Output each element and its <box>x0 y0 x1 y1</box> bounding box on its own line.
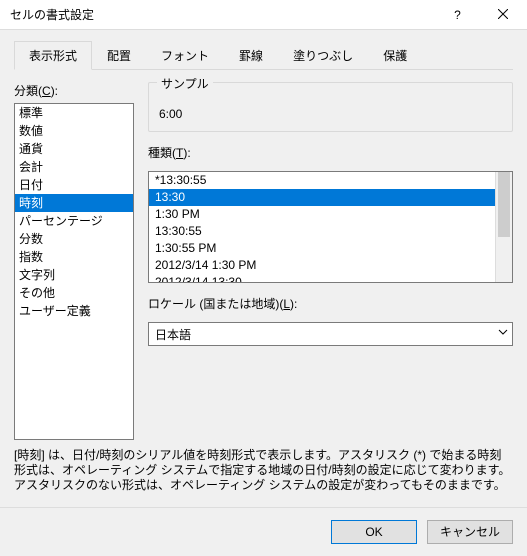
category-listbox[interactable]: 標準数値通貨会計日付時刻パーセンテージ分数指数文字列その他ユーザー定義 <box>14 103 134 440</box>
close-icon <box>498 9 508 19</box>
chevron-down-icon <box>498 327 508 340</box>
tab-1[interactable]: 配置 <box>92 41 146 70</box>
category-item[interactable]: その他 <box>15 284 133 302</box>
tab-3[interactable]: 罫線 <box>224 41 278 70</box>
tab-4[interactable]: 塗りつぶし <box>278 41 368 70</box>
locale-value: 日本語 <box>155 326 191 343</box>
category-item[interactable]: ユーザー定義 <box>15 302 133 320</box>
type-label: 種類(T): <box>148 144 513 161</box>
type-listbox[interactable]: *13:30:5513:301:30 PM13:30:551:30:55 PM2… <box>148 171 513 283</box>
description-text: [時刻] は、日付/時刻のシリアル値を時刻形式で表示します。アスタリスク (*)… <box>14 448 513 493</box>
category-item[interactable]: 会計 <box>15 158 133 176</box>
category-item[interactable]: 指数 <box>15 248 133 266</box>
category-item[interactable]: 標準 <box>15 104 133 122</box>
tab-2[interactable]: フォント <box>146 41 224 70</box>
tab-5[interactable]: 保護 <box>368 41 422 70</box>
type-item[interactable]: 13:30:55 <box>149 223 512 240</box>
category-item[interactable]: 通貨 <box>15 140 133 158</box>
sample-label: サンプル <box>157 75 213 92</box>
dialog-content: 表示形式配置フォント罫線塗りつぶし保護 分類(C): 標準数値通貨会計日付時刻パ… <box>0 30 527 507</box>
tab-0[interactable]: 表示形式 <box>14 41 92 70</box>
category-item[interactable]: 分数 <box>15 230 133 248</box>
ok-button[interactable]: OK <box>331 520 417 544</box>
type-item[interactable]: *13:30:55 <box>149 172 512 189</box>
category-label: 分類(C): <box>14 82 134 99</box>
help-button[interactable]: ? <box>435 1 480 29</box>
category-item[interactable]: 日付 <box>15 176 133 194</box>
tab-bar: 表示形式配置フォント罫線塗りつぶし保護 <box>14 40 513 70</box>
sample-value: 6:00 <box>159 107 502 121</box>
locale-select[interactable]: 日本語 <box>148 322 513 346</box>
cancel-button[interactable]: キャンセル <box>427 520 513 544</box>
scroll-thumb[interactable] <box>498 172 510 237</box>
close-button[interactable] <box>480 1 525 29</box>
type-item[interactable]: 2012/3/14 1:30 PM <box>149 257 512 274</box>
category-item[interactable]: 時刻 <box>15 194 133 212</box>
category-item[interactable]: 数値 <box>15 122 133 140</box>
locale-label: ロケール (国または地域)(L): <box>148 295 513 312</box>
scrollbar[interactable] <box>495 172 512 282</box>
dialog-footer: OK キャンセル <box>0 507 527 556</box>
category-item[interactable]: 文字列 <box>15 266 133 284</box>
type-item[interactable]: 2012/3/14 13:30 <box>149 274 512 283</box>
window-title: セルの書式設定 <box>10 6 435 23</box>
sample-group: サンプル 6:00 <box>148 82 513 132</box>
titlebar: セルの書式設定 ? <box>0 0 527 30</box>
right-panel: サンプル 6:00 種類(T): *13:30:5513:301:30 PM13… <box>148 82 513 440</box>
category-panel: 分類(C): 標準数値通貨会計日付時刻パーセンテージ分数指数文字列その他ユーザー… <box>14 82 134 440</box>
tab-body: 分類(C): 標準数値通貨会計日付時刻パーセンテージ分数指数文字列その他ユーザー… <box>14 70 513 440</box>
type-item[interactable]: 13:30 <box>149 189 512 206</box>
category-item[interactable]: パーセンテージ <box>15 212 133 230</box>
type-item[interactable]: 1:30 PM <box>149 206 512 223</box>
type-item[interactable]: 1:30:55 PM <box>149 240 512 257</box>
